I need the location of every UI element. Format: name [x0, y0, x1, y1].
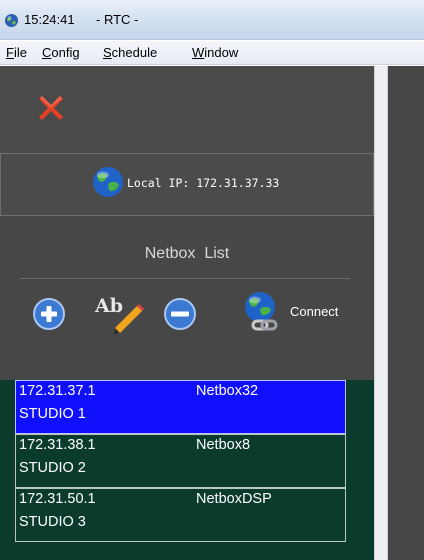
panel-header [0, 66, 374, 154]
netbox-row[interactable]: 172.31.37.1 STUDIO 1 Netbox32 [15, 380, 346, 434]
row-studio: STUDIO 1 [19, 406, 86, 422]
globe-icon [93, 167, 123, 197]
netbox-panel: Local IP: 172.31.37.33 Netbox List Ab Co… [0, 66, 374, 560]
window-title: - RTC - [96, 12, 139, 27]
rename-icon: Ab [94, 295, 144, 334]
remove-netbox-button[interactable] [163, 297, 197, 331]
close-button[interactable] [33, 90, 69, 126]
menu-window[interactable]: Window [192, 45, 238, 60]
netbox-row[interactable]: 172.31.50.1 STUDIO 3 NetboxDSP [15, 488, 346, 542]
menu-schedule[interactable]: Schedule [103, 45, 157, 60]
row-ip: 172.31.38.1 [19, 437, 96, 453]
separator [20, 278, 350, 279]
app-window: 15:24:41 - RTC - File Config Schedule Wi… [0, 0, 424, 560]
splitter[interactable] [374, 66, 388, 560]
local-ip-label: Local IP: 172.31.37.33 [127, 176, 280, 190]
main-panel [388, 66, 424, 560]
red-x-icon [39, 96, 63, 120]
row-studio: STUDIO 2 [19, 460, 86, 476]
netbox-list-title: Netbox List [144, 245, 230, 262]
rename-netbox-button[interactable]: Ab [93, 290, 145, 334]
menu-bar: File Config Schedule Window [0, 41, 424, 65]
row-ip: 172.31.37.1 [19, 383, 96, 399]
remove-icon [164, 298, 196, 330]
app-globe-icon [4, 13, 19, 28]
row-netbox-name: Netbox32 [196, 383, 259, 399]
row-netbox-name: NetboxDSP [196, 491, 272, 507]
svg-text:Ab: Ab [94, 295, 123, 317]
add-netbox-button[interactable] [32, 297, 66, 331]
title-bar[interactable]: 15:24:41 - RTC - [0, 0, 424, 40]
connect-label: Connect [290, 304, 339, 319]
netbox-row[interactable]: 172.31.38.1 STUDIO 2 Netbox8 [15, 434, 346, 488]
netbox-list: 172.31.37.1 STUDIO 1 Netbox32 172.31.38.… [0, 380, 374, 560]
add-icon [33, 298, 65, 330]
row-netbox-name: Netbox8 [196, 437, 251, 453]
local-ip-box: Local IP: 172.31.37.33 [0, 153, 374, 216]
row-ip: 172.31.50.1 [19, 491, 96, 507]
menu-config[interactable]: Config [42, 45, 80, 60]
connect-button[interactable]: Connect [240, 289, 360, 335]
connect-globe-icon [245, 292, 278, 331]
menu-file[interactable]: File [6, 45, 27, 60]
row-studio: STUDIO 3 [19, 514, 86, 530]
clock-time: 15:24:41 [24, 12, 75, 27]
